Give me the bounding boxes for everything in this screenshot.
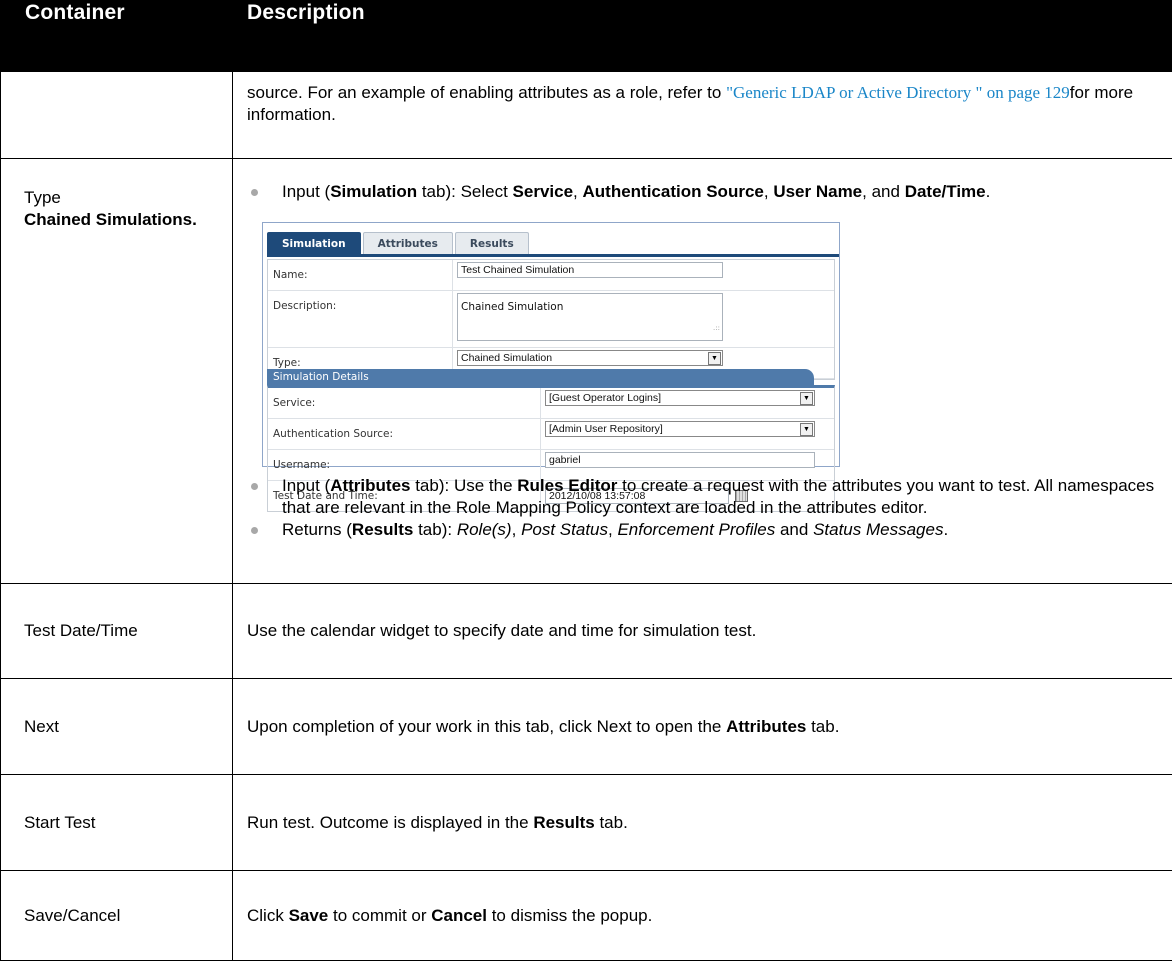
table-row-next: Next Upon completion of your work in thi…	[1, 679, 1172, 775]
table-row-start-test: Start Test Run test. Outcome is displaye…	[1, 775, 1172, 871]
service-select[interactable]: [Guest Operator Logins]▼	[545, 390, 815, 406]
simulation-details-header: Simulation Details	[267, 369, 814, 385]
tab-underline	[267, 254, 839, 257]
type-label: Type	[24, 187, 218, 209]
reference-table: Container Description source. For an exa…	[0, 0, 1172, 961]
chevron-down-icon: ▼	[708, 352, 721, 365]
simulation-form: Name: Test Chained Simulation Descriptio…	[267, 259, 835, 380]
description-label: Description:	[268, 291, 453, 347]
chained-simulations-label: Chained Simulations.	[24, 209, 218, 231]
bullet-returns-results: Returns (Results tab): Role(s), Post Sta…	[247, 519, 1158, 541]
start-test-label: Start Test	[1, 775, 233, 871]
generic-ldap-link[interactable]: "Generic LDAP or Active Directory " on p…	[726, 83, 1070, 102]
start-test-desc: Run test. Outcome is displayed in the Re…	[233, 775, 1172, 871]
header-description: Description	[233, 1, 1172, 72]
cell-source-desc: source. For an example of enabling attri…	[233, 72, 1172, 159]
table-row-save-cancel: Save/Cancel Click Save to commit or Canc…	[1, 871, 1172, 961]
type-bullet-list: Input (Simulation tab): Select Service, …	[247, 181, 1158, 203]
detail-row-service: Service: [Guest Operator Logins]▼	[268, 388, 834, 419]
form-row-description: Description: Chained Simulation.::	[268, 291, 834, 348]
test-date-label: Test Date/Time	[1, 584, 233, 679]
test-date-desc: Use the calendar widget to specify date …	[233, 584, 1172, 679]
tab-results[interactable]: Results	[455, 232, 529, 255]
type-bullet-list-2: Input (Attributes tab): Use the Rules Ed…	[247, 475, 1158, 541]
table-header-row: Container Description	[1, 1, 1172, 72]
bullet-input-attributes: Input (Attributes tab): Use the Rules Ed…	[247, 475, 1158, 519]
table-row-type: Type Chained Simulations. Input (Simulat…	[1, 159, 1172, 584]
description-text: Chained Simulation	[461, 301, 563, 313]
cell-type-label: Type Chained Simulations.	[1, 159, 233, 584]
chevron-down-icon: ▼	[800, 392, 813, 405]
username-input[interactable]: gabriel	[545, 452, 815, 468]
header-container: Container	[1, 1, 233, 72]
service-label: Service:	[268, 388, 541, 418]
auth-source-select[interactable]: [Admin User Repository]▼	[545, 421, 815, 437]
tab-simulation[interactable]: Simulation	[267, 232, 361, 255]
chevron-down-icon: ▼	[800, 423, 813, 436]
simulation-screenshot: Simulation Attributes Results Name: Test…	[262, 222, 840, 467]
detail-row-auth: Authentication Source: [Admin User Repos…	[268, 419, 834, 450]
cell-empty-label	[1, 72, 233, 159]
name-label: Name:	[268, 260, 453, 290]
cell-type-desc: Input (Simulation tab): Select Service, …	[233, 159, 1172, 584]
name-input[interactable]: Test Chained Simulation	[457, 262, 723, 278]
next-label: Next	[1, 679, 233, 775]
description-textarea[interactable]: Chained Simulation.::	[457, 293, 723, 341]
type-select[interactable]: Chained Simulation▼	[457, 350, 723, 366]
save-cancel-desc: Click Save to commit or Cancel to dismis…	[233, 871, 1172, 961]
form-row-name: Name: Test Chained Simulation	[268, 260, 834, 291]
resize-grip-icon[interactable]: .::	[713, 317, 720, 339]
bullet-input-simulation: Input (Simulation tab): Select Service, …	[247, 181, 1158, 203]
tab-attributes[interactable]: Attributes	[363, 232, 453, 255]
source-text: source. For an example of enabling attri…	[247, 83, 726, 102]
next-desc: Upon completion of your work in this tab…	[233, 679, 1172, 775]
auth-source-label: Authentication Source:	[268, 419, 541, 449]
simulation-tabs: Simulation Attributes Results	[267, 232, 531, 254]
table-row-test-date: Test Date/Time Use the calendar widget t…	[1, 584, 1172, 679]
save-cancel-label: Save/Cancel	[1, 871, 233, 961]
table-row-source: source. For an example of enabling attri…	[1, 72, 1172, 159]
